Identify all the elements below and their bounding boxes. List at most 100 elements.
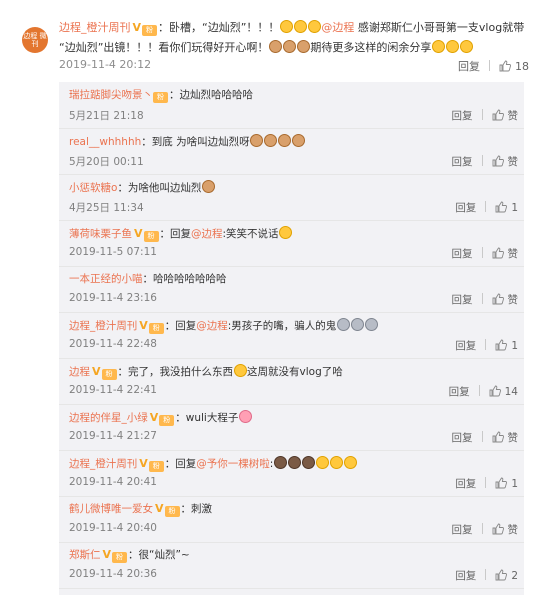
- like-button[interactable]: 赞: [508, 432, 519, 444]
- reply-actions: 回复 赞: [452, 522, 519, 537]
- like-button[interactable]: 赞: [508, 524, 519, 536]
- reply-author-link[interactable]: 薄荷味栗子鱼: [69, 228, 132, 240]
- like-button[interactable]: 赞: [508, 156, 519, 168]
- reply-author-link[interactable]: 鹤儿微博唯一爱女: [69, 503, 153, 515]
- fan-badge-icon: 粉: [164, 506, 180, 517]
- like-icon[interactable]: [492, 431, 504, 443]
- reply-text: 瑞拉踮脚尖吻景丶粉：边灿烈哈哈哈哈: [69, 88, 253, 103]
- reply-time: 2019-11-4 22:48: [69, 338, 157, 350]
- reply-body: 这周就没有vlog了哈: [247, 366, 343, 378]
- reply-author-link[interactable]: 边程_橙汁周刊: [69, 458, 137, 470]
- clap-emoji-icon: [296, 40, 310, 53]
- fan-badge-icon: 粉: [153, 92, 168, 103]
- reply-button[interactable]: 回复: [452, 524, 473, 536]
- comment-author-link[interactable]: 边程_橙汁周刊: [59, 21, 131, 34]
- like-button[interactable]: 赞: [508, 110, 519, 122]
- like-icon[interactable]: [495, 201, 508, 213]
- emoji-icon: [233, 364, 247, 377]
- reply-item: real__whhhhh：到底 为啥叫边灿烈呀 5月20日 00:11 回复 赞: [59, 128, 524, 175]
- divider: [485, 201, 487, 212]
- reply-button[interactable]: 回复: [455, 202, 476, 214]
- verified-badge-icon: V: [139, 457, 148, 470]
- reply-body: :笑笑不说话: [222, 228, 279, 240]
- like-icon[interactable]: [495, 477, 508, 489]
- fan-badge-icon: 粉: [143, 231, 159, 242]
- verified-badge-icon: V: [102, 548, 112, 561]
- emoji-icon: [287, 456, 301, 469]
- reply-button[interactable]: 回复: [452, 432, 473, 444]
- reply-author-link[interactable]: real__whhhhh: [69, 136, 141, 148]
- reply-button[interactable]: 回复: [458, 60, 480, 73]
- reply-author-link[interactable]: 瑞拉踮脚尖吻景丶: [69, 89, 153, 101]
- reply-text: 边程_橙汁周刊 V 粉：回复@边程:男孩子的嘴，骗人的鬼: [69, 318, 378, 334]
- reply-author-link[interactable]: 郑斯仁: [69, 549, 101, 561]
- avatar[interactable]: 边程 微刊: [22, 27, 48, 53]
- reply-author-link[interactable]: 边程_橙汁周刊: [69, 320, 137, 332]
- reply-button[interactable]: 回复: [455, 478, 476, 490]
- laugh-emoji-icon: [293, 20, 307, 33]
- reply-time: 2019-11-4 21:27: [69, 430, 157, 442]
- reply-button[interactable]: 回复: [449, 386, 470, 398]
- like-count[interactable]: 2: [511, 570, 518, 582]
- like-icon[interactable]: [492, 293, 504, 305]
- clap-emoji-icon: [268, 40, 282, 53]
- reply-button[interactable]: 回复: [452, 248, 473, 260]
- reply-time: 2019-11-4 23:16: [69, 292, 157, 304]
- comment-text: 感谢郑斯仁小哥哥第一支vlog就带: [354, 21, 525, 34]
- reply-author-link[interactable]: 边程: [69, 366, 90, 378]
- smile-emoji-icon: [315, 456, 329, 469]
- reply-button[interactable]: 回复: [452, 156, 473, 168]
- like-icon[interactable]: [492, 523, 504, 535]
- reply-author-link[interactable]: 一本正经的小喵: [69, 273, 143, 285]
- reply-button[interactable]: 回复: [452, 110, 473, 122]
- like-count[interactable]: 14: [505, 386, 518, 398]
- reply-body: ：到底 为啥叫边灿烈呀: [141, 136, 250, 148]
- reply-time: 2019-11-5 07:11: [69, 246, 157, 258]
- like-count[interactable]: 1: [511, 478, 518, 490]
- fan-badge-icon: 粉: [101, 369, 117, 380]
- verified-badge-icon: V: [132, 21, 142, 34]
- like-icon[interactable]: [495, 569, 508, 581]
- reply-button[interactable]: 回复: [455, 570, 476, 582]
- fan-badge-icon: 粉: [148, 323, 164, 334]
- mention-link[interactable]: @边程: [321, 21, 354, 34]
- comment-text: 期待更多这样的闲余分享: [310, 41, 432, 54]
- like-count[interactable]: 1: [511, 202, 518, 214]
- like-count[interactable]: 18: [515, 60, 529, 73]
- like-button[interactable]: 赞: [508, 248, 519, 260]
- like-count[interactable]: 1: [511, 340, 518, 352]
- reply-text: real__whhhhh：到底 为啥叫边灿烈呀: [69, 134, 306, 149]
- emoji-icon: [301, 456, 315, 469]
- reply-text: 边程 V 粉：完了，我没拍什么东西 这周就没有vlog了哈: [69, 364, 343, 380]
- reply-button[interactable]: 回复: [452, 294, 473, 306]
- emoji-icon: [279, 226, 293, 239]
- divider: [481, 155, 483, 166]
- comment-text: “边灿烈”出镜！！！看你们玩得好开心啊！: [59, 41, 269, 54]
- reply-body: ：回复: [164, 458, 197, 470]
- like-icon[interactable]: [492, 109, 504, 121]
- reply-text: 薄荷味栗子鱼 V 粉：回复@边程:笑笑不说话: [69, 226, 293, 242]
- reply-body: ：刺激: [180, 503, 213, 515]
- reply-button[interactable]: 回复: [455, 340, 476, 352]
- verified-badge-icon: V: [149, 411, 159, 424]
- reply-author-link[interactable]: 边程的伴星_小绿: [69, 412, 148, 424]
- reply-item: 一本正经的小喵：哈哈哈哈哈哈哈 2019-11-4 23:16 回复 赞: [59, 266, 524, 313]
- reply-item: 边程_橙汁周刊 V 粉：回复@予你一棵树啦: 2019-11-4 20:41 回复 1: [59, 450, 524, 497]
- reply-text: 一本正经的小喵：哈哈哈哈哈哈哈: [69, 272, 227, 286]
- mention-link[interactable]: @予你一棵树啦: [196, 458, 270, 470]
- reply-body: ：完了，我没拍什么东西: [117, 366, 234, 378]
- like-button[interactable]: 赞: [508, 294, 519, 306]
- reply-actions: 回复 赞: [452, 108, 519, 123]
- like-icon[interactable]: [495, 339, 508, 351]
- reply-author-link[interactable]: 小惩软糖o: [69, 182, 117, 194]
- reply-time: 2019-11-4 22:41: [69, 384, 157, 396]
- comment-text: ：卧槽，“边灿烈”！！！: [158, 21, 280, 34]
- mention-link[interactable]: @边程: [196, 320, 228, 332]
- mention-link[interactable]: @边程: [191, 228, 223, 240]
- like-icon[interactable]: [489, 385, 501, 397]
- divider: [481, 293, 483, 304]
- dog-emoji-icon: [201, 180, 215, 193]
- like-icon[interactable]: [499, 60, 511, 72]
- like-icon[interactable]: [492, 155, 504, 167]
- like-icon[interactable]: [492, 247, 504, 259]
